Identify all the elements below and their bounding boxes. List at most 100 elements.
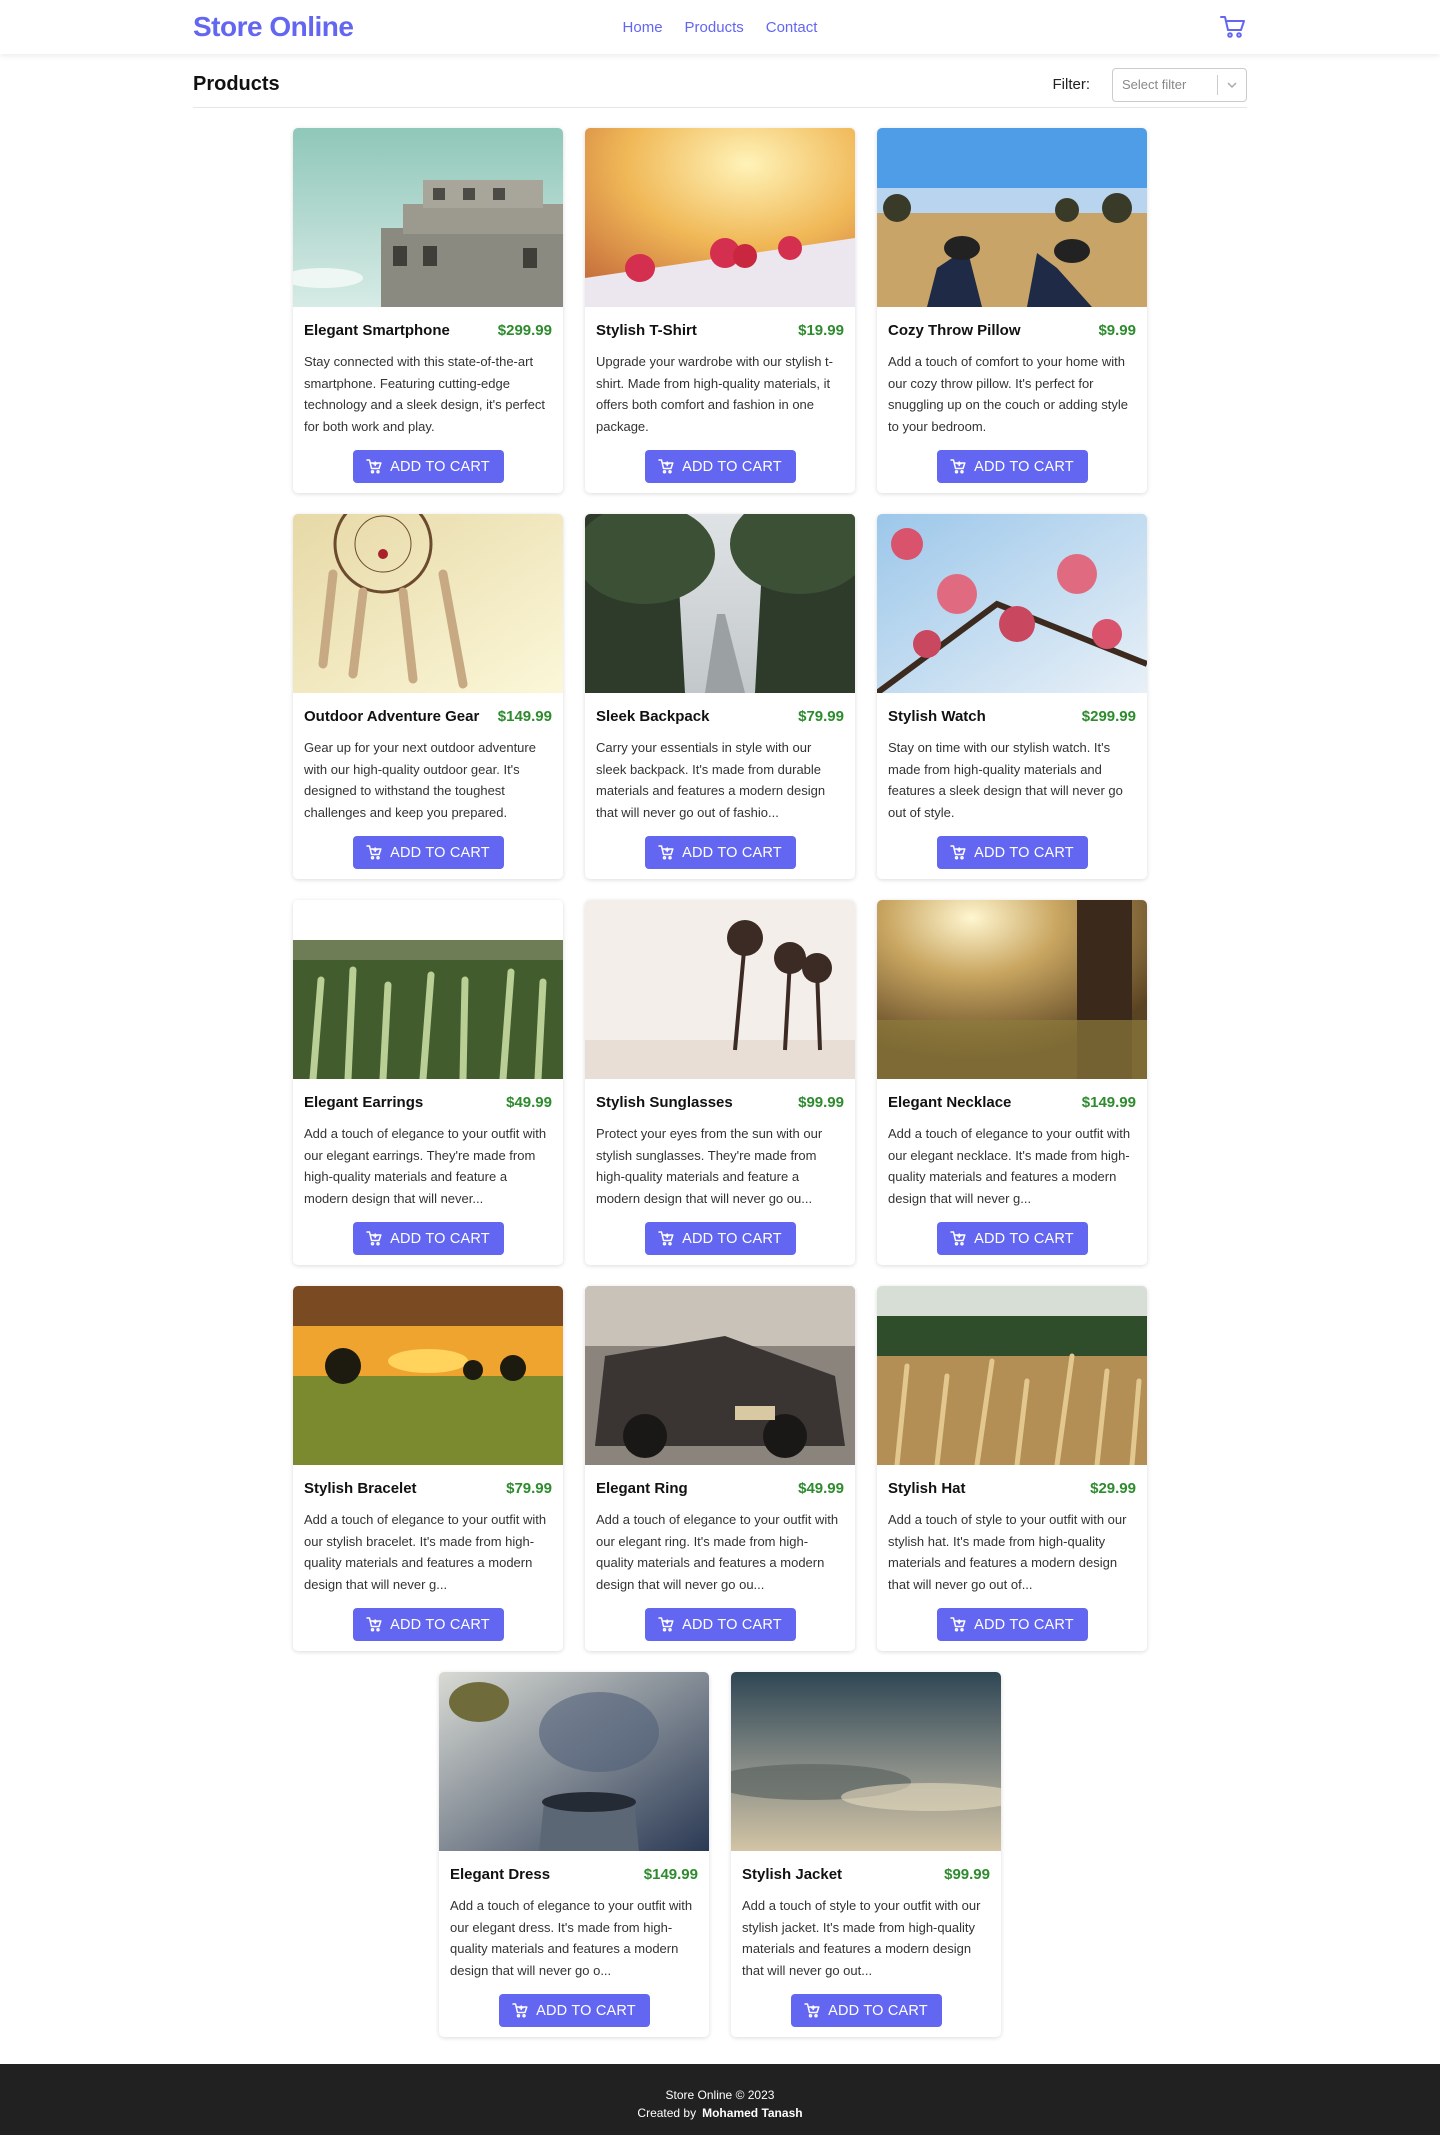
add-to-cart-button[interactable]: ADD TO CART [644, 1608, 796, 1641]
brand-logo[interactable]: Store Online [193, 11, 354, 43]
page-title: Products [193, 73, 280, 95]
card-body: Stylish T-Shirt $19.99 Upgrade your wardro… [585, 307, 855, 493]
add-to-cart-button[interactable]: ADD TO CART [790, 1994, 942, 2027]
product-grid: Elegant Smartphone $299.99 Stay connected … [0, 108, 1440, 2037]
nav-contact[interactable]: Contact [766, 19, 818, 36]
card-head: Outdoor Adventure Gear $149.99 [304, 707, 552, 725]
product-price: $99.99 [944, 1865, 990, 1883]
card-body: Elegant Earrings $49.99 Add a touch of ele… [293, 1079, 563, 1265]
card-body: Stylish Jacket $99.99 Add a touch of style… [731, 1851, 1001, 2037]
card-body: Elegant Necklace $149.99 Add a touch of el… [877, 1079, 1147, 1265]
product-image[interactable] [585, 900, 855, 1079]
nav-products[interactable]: Products [685, 19, 744, 36]
add-to-cart-label: ADD TO CART [974, 458, 1074, 475]
product-image[interactable] [731, 1672, 1001, 1851]
product-name: Stylish Watch [888, 707, 986, 725]
add-to-cart-button[interactable]: ADD TO CART [352, 450, 504, 483]
product-description: Protect your eyes from the sun with our … [596, 1126, 823, 1207]
product-price: $49.99 [798, 1479, 844, 1497]
card-head: Elegant Dress $149.99 [450, 1865, 698, 1883]
product-name: Elegant Smartphone [304, 321, 450, 339]
add-to-cart-button[interactable]: ADD TO CART [352, 1222, 504, 1255]
add-to-cart-button[interactable]: ADD TO CART [352, 836, 504, 869]
cart-add-icon [950, 459, 966, 474]
product-description: Add a touch of elegance to your outfit w… [304, 1126, 547, 1207]
product-name: Elegant Necklace [888, 1093, 1012, 1111]
add-to-cart-label: ADD TO CART [390, 1230, 490, 1247]
add-to-cart-button[interactable]: ADD TO CART [644, 1222, 796, 1255]
product-name: Stylish Hat [888, 1479, 966, 1497]
product-card: Elegant Ring $49.99 Add a touch of eleganc… [585, 1286, 855, 1651]
add-to-cart-button[interactable]: ADD TO CART [936, 450, 1088, 483]
add-to-cart-button[interactable]: ADD TO CART [936, 1222, 1088, 1255]
footer-copyright: Store Online © 2023 [665, 2088, 775, 2102]
card-body: Stylish Sunglasses $99.99 Protect your eye… [585, 1079, 855, 1265]
card-head: Sleek Backpack $79.99 [596, 707, 844, 725]
product-card: Stylish Bracelet $79.99 Add a touch of ele… [293, 1286, 563, 1651]
product-name: Stylish T-Shirt [596, 321, 697, 339]
add-to-cart-button[interactable]: ADD TO CART [936, 1608, 1088, 1641]
cart-icon[interactable] [1219, 13, 1247, 41]
add-to-cart-label: ADD TO CART [390, 1616, 490, 1633]
product-image[interactable] [293, 128, 563, 307]
add-to-cart-button[interactable]: ADD TO CART [498, 1994, 650, 2027]
product-image[interactable] [877, 128, 1147, 307]
product-name: Elegant Ring [596, 1479, 688, 1497]
add-to-cart-button[interactable]: ADD TO CART [352, 1608, 504, 1641]
chevron-down-icon [1227, 81, 1237, 88]
add-to-cart-label: ADD TO CART [682, 458, 782, 475]
product-description: Gear up for your next outdoor adventure … [304, 740, 536, 821]
product-description: Add a touch of style to your outfit with… [888, 1512, 1127, 1593]
nav-home[interactable]: Home [623, 19, 663, 36]
product-description: Stay connected with this state-of-the-ar… [304, 354, 545, 435]
product-name: Stylish Sunglasses [596, 1093, 733, 1111]
product-image[interactable] [585, 514, 855, 693]
product-image[interactable] [585, 128, 855, 307]
footer-credit: Created by Mohamed Tanash [0, 2104, 1440, 2122]
filter-placeholder: Select filter [1122, 77, 1187, 92]
product-image[interactable] [877, 1286, 1147, 1465]
cart-add-icon [950, 1231, 966, 1246]
product-name: Sleek Backpack [596, 707, 710, 725]
add-to-cart-label: ADD TO CART [390, 458, 490, 475]
card-head: Stylish Bracelet $79.99 [304, 1479, 552, 1497]
product-image[interactable] [877, 900, 1147, 1079]
cart-add-icon [658, 459, 674, 474]
cart-add-icon [658, 845, 674, 860]
add-to-cart-label: ADD TO CART [390, 844, 490, 861]
product-price: $99.99 [798, 1093, 844, 1111]
add-to-cart-button[interactable]: ADD TO CART [644, 450, 796, 483]
product-description: Upgrade your wardrobe with our stylish t… [596, 354, 833, 435]
card-head: Stylish Watch $299.99 [888, 707, 1136, 725]
card-body: Stylish Watch $299.99 Stay on time with ou… [877, 693, 1147, 879]
add-to-cart-label: ADD TO CART [974, 1616, 1074, 1633]
card-head: Stylish Jacket $99.99 [742, 1865, 990, 1883]
product-description: Add a touch of elegance to your outfit w… [888, 1126, 1131, 1207]
product-image[interactable] [293, 900, 563, 1079]
product-name: Cozy Throw Pillow [888, 321, 1021, 339]
product-image[interactable] [293, 514, 563, 693]
product-price: $149.99 [643, 1865, 698, 1883]
product-image[interactable] [293, 1286, 563, 1465]
add-to-cart-button[interactable]: ADD TO CART [936, 836, 1088, 869]
product-card: Stylish T-Shirt $19.99 Upgrade your wardro… [585, 128, 855, 493]
product-image[interactable] [877, 514, 1147, 693]
card-head: Stylish T-Shirt $19.99 [596, 321, 844, 339]
card-body: Stylish Bracelet $79.99 Add a touch of ele… [293, 1465, 563, 1651]
product-card: Stylish Hat $29.99 Add a touch of style to… [877, 1286, 1147, 1651]
cart-add-icon [366, 845, 382, 860]
cart-add-icon [658, 1231, 674, 1246]
add-to-cart-button[interactable]: ADD TO CART [644, 836, 796, 869]
product-image[interactable] [439, 1672, 709, 1851]
product-card: Cozy Throw Pillow $9.99 Add a touch of com… [877, 128, 1147, 493]
cart-add-icon [512, 2003, 528, 2018]
product-image[interactable] [585, 1286, 855, 1465]
card-head: Elegant Necklace $149.99 [888, 1093, 1136, 1111]
product-name: Stylish Bracelet [304, 1479, 417, 1497]
cart-add-icon [366, 459, 382, 474]
product-price: $49.99 [506, 1093, 552, 1111]
add-to-cart-label: ADD TO CART [682, 1616, 782, 1633]
filter-select[interactable]: Select filter [1112, 67, 1247, 102]
product-card: Stylish Watch $299.99 Stay on time with ou… [877, 514, 1147, 879]
add-to-cart-label: ADD TO CART [536, 2002, 636, 2019]
